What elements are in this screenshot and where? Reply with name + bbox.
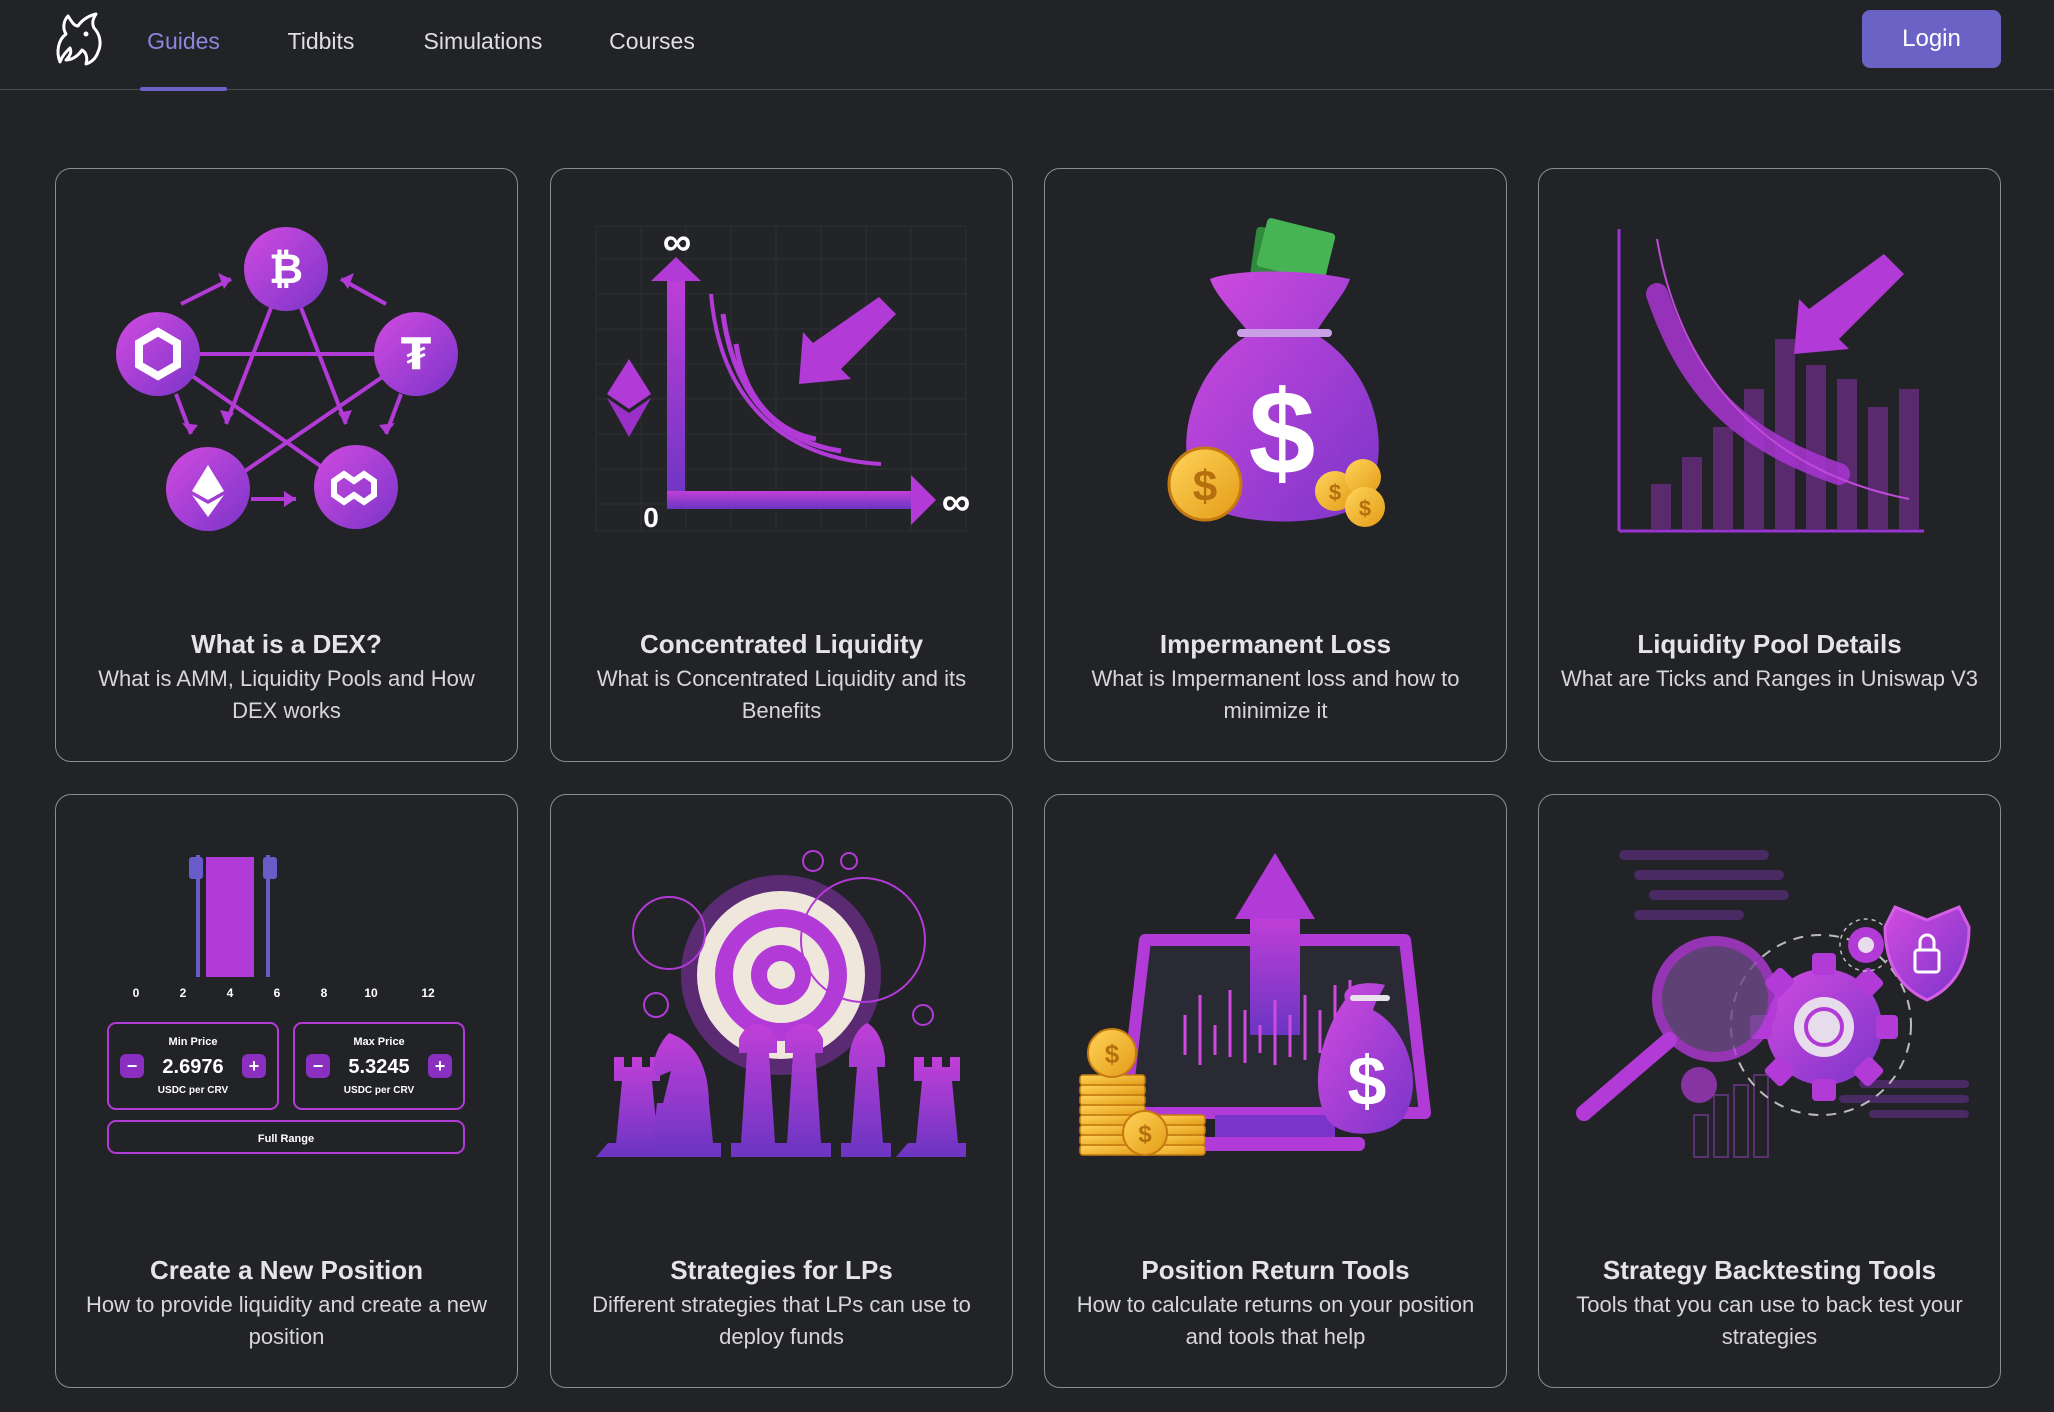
svg-text:+: +	[249, 1056, 260, 1076]
guide-card-liquidity-pool-details[interactable]: Liquidity Pool Details What are Ticks an…	[1538, 168, 2001, 762]
price-range-widget: 0 2 4 6 8 10 12 Min Price 2.6976 USDC pe…	[107, 855, 465, 1154]
svg-text:0: 0	[643, 502, 659, 533]
svg-text:₿: ₿	[269, 244, 303, 293]
money-bag-icon: $ $ $ $	[1167, 218, 1385, 527]
tab-simulations[interactable]: Simulations	[414, 0, 552, 90]
card-title: Create a New Position	[149, 1255, 424, 1285]
svg-text:$: $	[1249, 366, 1316, 500]
svg-text:∞: ∞	[663, 220, 692, 264]
card-title: Strategy Backtesting Tools	[1602, 1255, 1937, 1285]
svg-text:−: −	[127, 1056, 138, 1076]
tab-guides[interactable]: Guides	[140, 0, 227, 91]
login-button[interactable]: Login	[1862, 10, 2001, 68]
tab-courses[interactable]: Courses	[602, 0, 702, 90]
svg-text:$: $	[1193, 462, 1217, 511]
card-description: How to provide liquidity and create a ne…	[85, 1292, 488, 1349]
magnifier-gears-icon	[1576, 850, 1971, 1158]
svg-text:Full Range: Full Range	[258, 1133, 314, 1145]
svg-text:$: $	[1329, 480, 1341, 505]
card-description: Different strategies that LPs can use to…	[592, 1292, 971, 1349]
card-description: How to calculate returns on your positio…	[1076, 1292, 1475, 1349]
guide-card-what-is-dex[interactable]: ₿ ₮ What is a DEX? What is AMM, Liquidit…	[55, 168, 518, 762]
card-title: Position Return Tools	[1141, 1255, 1410, 1285]
card-description: What are Ticks and Ranges in Uniswap V3	[1561, 666, 1978, 691]
card-title: Impermanent Loss	[1159, 629, 1392, 659]
svg-text:Min Price: Min Price	[169, 1036, 218, 1048]
tab-tidbits[interactable]: Tidbits	[278, 0, 364, 90]
svg-text:∞: ∞	[942, 480, 971, 524]
svg-text:0: 0	[133, 986, 140, 1000]
guide-card-create-position[interactable]: 0 2 4 6 8 10 12 Min Price 2.6976 USDC pe…	[55, 794, 518, 1388]
guide-card-concentrated-liquidity[interactable]: 0 ∞ ∞ Concentrated Liquidity What is Con…	[550, 168, 1013, 762]
card-description: What is Impermanent loss and how to mini…	[1091, 666, 1460, 723]
top-nav: Guides Tidbits Simulations Courses Login	[0, 0, 2054, 91]
guide-card-strategies-lps[interactable]: Strategies for LPs Different strategies …	[550, 794, 1013, 1388]
guide-card-strategy-backtesting[interactable]: Strategy Backtesting Tools Tools that yo…	[1538, 794, 2001, 1388]
svg-text:2: 2	[180, 986, 187, 1000]
svg-text:12: 12	[421, 986, 435, 1000]
svg-text:5.3245: 5.3245	[348, 1056, 409, 1078]
guide-card-position-return-tools[interactable]: $ $ $ Position Return Tools How to calcu…	[1044, 794, 1507, 1388]
svg-text:+: +	[435, 1056, 446, 1076]
svg-text:Max Price: Max Price	[353, 1036, 404, 1048]
card-description: What is Concentrated Liquidity and its B…	[596, 666, 967, 723]
svg-text:6: 6	[274, 986, 281, 1000]
svg-text:2.6976: 2.6976	[162, 1056, 223, 1078]
crypto-network-icon: ₿ ₮	[116, 227, 458, 531]
card-description: What is AMM, Liquidity Pools and How DEX…	[98, 666, 475, 723]
svg-text:USDC per CRV: USDC per CRV	[344, 1085, 415, 1096]
card-title: Liquidity Pool Details	[1637, 629, 1902, 659]
unicorn-logo-icon[interactable]	[52, 12, 104, 68]
monitor-growth-icon: $ $ $	[1079, 853, 1431, 1156]
svg-text:8: 8	[321, 986, 328, 1000]
tick-bars-chart-icon	[1617, 229, 1924, 533]
svg-text:4: 4	[227, 986, 234, 1000]
svg-text:USDC per CRV: USDC per CRV	[158, 1085, 229, 1096]
svg-text:₮: ₮	[401, 329, 432, 380]
card-title: What is a DEX?	[191, 629, 382, 659]
liquidity-curve-icon: 0 ∞ ∞	[595, 220, 971, 533]
card-title: Strategies for LPs	[670, 1255, 893, 1285]
card-title: Concentrated Liquidity	[639, 629, 924, 659]
svg-text:$: $	[1138, 1121, 1152, 1148]
svg-text:$: $	[1348, 1042, 1387, 1120]
svg-text:$: $	[1105, 1039, 1120, 1069]
chess-target-icon	[596, 850, 966, 1157]
svg-text:$: $	[1359, 496, 1371, 521]
guide-card-impermanent-loss[interactable]: $ $ $ $ Impermanent Loss What is Imperma…	[1044, 168, 1507, 762]
card-description: Tools that you can use to back test your…	[1576, 1292, 1963, 1349]
svg-text:−: −	[313, 1056, 324, 1076]
svg-text:10: 10	[364, 986, 378, 1000]
